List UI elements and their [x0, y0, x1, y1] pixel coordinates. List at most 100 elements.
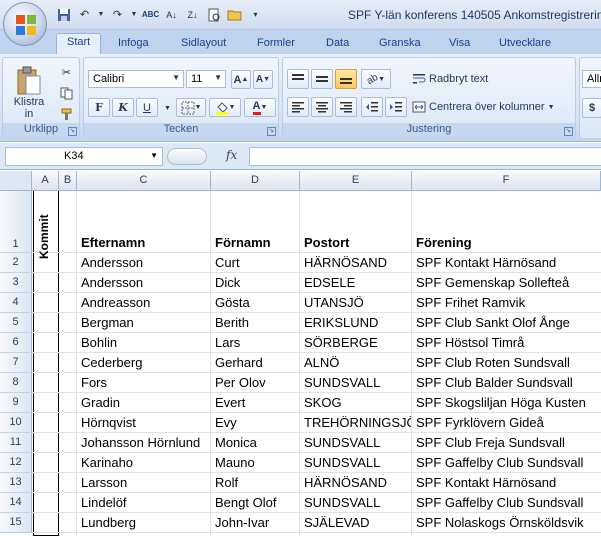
font-launcher-icon[interactable]: ↘	[267, 127, 276, 136]
cell-fornamn[interactable]: Lars	[212, 335, 299, 350]
cell-forening[interactable]: SPF Club Freja Sundsvall	[413, 435, 601, 450]
cell-fornamn[interactable]: Gösta	[212, 295, 299, 310]
tab-utvecklare[interactable]: Utvecklare	[499, 34, 551, 54]
cell-efternamn[interactable]: Cederberg	[78, 355, 210, 370]
cell-postort[interactable]: ERIKSLUND	[301, 315, 411, 330]
redo-icon[interactable]: ↷	[109, 6, 126, 23]
cell-fornamn[interactable]: Mauno	[212, 455, 299, 470]
decrease-indent-button[interactable]	[361, 97, 383, 117]
currency-button[interactable]: $	[582, 98, 601, 118]
cell-efternamn[interactable]: Andersson	[78, 275, 210, 290]
cell-efternamn[interactable]: Fors	[78, 375, 210, 390]
cell-efternamn[interactable]: Andersson	[78, 255, 210, 270]
cell-postort[interactable]: TREHÖRNINGSJÖ	[301, 415, 411, 430]
cell-fornamn[interactable]: Berith	[212, 315, 299, 330]
cell-fornamn[interactable]: Bengt Olof	[212, 495, 299, 510]
select-all-corner[interactable]	[0, 171, 32, 191]
cell-forening[interactable]: SPF Skogsliljan Höga Kusten	[413, 395, 601, 410]
fill-color-button[interactable]: ▼	[209, 98, 241, 117]
cell-postort[interactable]: SUNDSVALL	[301, 375, 411, 390]
cell-postort[interactable]: SKOG	[301, 395, 411, 410]
clipboard-launcher-icon[interactable]: ↘	[68, 127, 77, 136]
cell-forening[interactable]: SPF Kontakt Härnösand	[413, 255, 601, 270]
row-header[interactable]: 7	[0, 353, 32, 373]
align-bottom-button[interactable]	[335, 69, 357, 89]
italic-button[interactable]: K	[112, 98, 134, 117]
cell-efternamn[interactable]: Gradin	[78, 395, 210, 410]
column-header-e[interactable]: E	[300, 171, 412, 191]
header-postort[interactable]: Postort	[301, 235, 411, 250]
row-header[interactable]: 15	[0, 513, 32, 533]
tab-infoga[interactable]: Infoga	[118, 34, 149, 54]
header-forening[interactable]: Förening	[413, 235, 601, 250]
header-efternamn[interactable]: Efternamn	[78, 235, 210, 250]
header-fornamn[interactable]: Förnamn	[212, 235, 299, 250]
cut-icon[interactable]: ✂	[58, 64, 75, 81]
customize-icon[interactable]: ▾	[247, 6, 264, 23]
cell-postort[interactable]: SUNDSVALL	[301, 495, 411, 510]
cell-efternamn[interactable]: Bergman	[78, 315, 210, 330]
row-header-1[interactable]: 1	[0, 191, 32, 253]
row-header[interactable]: 10	[0, 413, 32, 433]
cell-forening[interactable]: SPF Fyrklövern Gideå	[413, 415, 601, 430]
cell-postort[interactable]: HÄRNÖSAND	[301, 475, 411, 490]
column-header-b[interactable]: B	[59, 171, 77, 191]
name-box[interactable]: K34 ▼	[5, 147, 163, 166]
cell-fornamn[interactable]: Monica	[212, 435, 299, 450]
cell-forening[interactable]: SPF Club Roten Sundsvall	[413, 355, 601, 370]
shrink-font-button[interactable]: A ▼	[253, 70, 273, 89]
column-header-c[interactable]: C	[77, 171, 211, 191]
chevron-down-icon[interactable]: ▼	[130, 6, 138, 23]
tab-start[interactable]: Start	[56, 33, 102, 55]
cell-efternamn[interactable]: Lindelöf	[78, 495, 210, 510]
cell-fornamn[interactable]: Dick	[212, 275, 299, 290]
office-button[interactable]	[3, 2, 47, 46]
tab-formler[interactable]: Formler	[257, 34, 295, 54]
align-left-button[interactable]	[287, 97, 309, 117]
cell-forening[interactable]: SPF Club Sankt Olof Ånge	[413, 315, 601, 330]
row-header[interactable]: 4	[0, 293, 32, 313]
column-header-a[interactable]: A	[32, 171, 59, 191]
cell-postort[interactable]: HÄRNÖSAND	[301, 255, 411, 270]
orientation-button[interactable]: ab ▼	[361, 69, 391, 89]
cell-fornamn[interactable]: Per Olov	[212, 375, 299, 390]
increase-indent-button[interactable]	[385, 97, 407, 117]
cell-fornamn[interactable]: Rolf	[212, 475, 299, 490]
formula-input[interactable]	[249, 147, 601, 166]
cell-forening[interactable]: SPF Kontakt Härnösand	[413, 475, 601, 490]
cell-efternamn[interactable]: Andreasson	[78, 295, 210, 310]
open-icon[interactable]	[226, 6, 243, 23]
cell-postort[interactable]: SUNDSVALL	[301, 455, 411, 470]
save-icon[interactable]	[55, 6, 72, 23]
font-size-combo[interactable]: 11 ▼	[186, 70, 226, 88]
align-right-button[interactable]	[335, 97, 357, 117]
sort-asc-icon[interactable]: A↓	[163, 6, 180, 23]
underline-button[interactable]: U	[136, 98, 158, 117]
cell-forening[interactable]: SPF Gemenskap Sollefteå	[413, 275, 601, 290]
cell-efternamn[interactable]: Lundberg	[78, 515, 210, 530]
row-header[interactable]: 5	[0, 313, 32, 333]
cell-fornamn[interactable]: Curt	[212, 255, 299, 270]
cell-efternamn[interactable]: Johansson Hörnlund	[78, 435, 210, 450]
align-center-button[interactable]	[311, 97, 333, 117]
row-header[interactable]: 12	[0, 453, 32, 473]
print-preview-icon[interactable]	[205, 6, 222, 23]
borders-button[interactable]: ▼	[176, 98, 206, 117]
row-header[interactable]: 3	[0, 273, 32, 293]
row-header[interactable]: 11	[0, 433, 32, 453]
grow-font-button[interactable]: A ▲	[231, 70, 251, 89]
cell-forening[interactable]: SPF Gaffelby Club Sundsvall	[413, 495, 601, 510]
merge-center-button[interactable]: Centrera över kolumner ▼	[412, 96, 555, 118]
chevron-down-icon[interactable]: ▼	[97, 6, 105, 23]
cell-forening[interactable]: SPF Höstsol Timrå	[413, 335, 601, 350]
row-header[interactable]: 6	[0, 333, 32, 353]
cell-efternamn[interactable]: Larsson	[78, 475, 210, 490]
cell-fornamn[interactable]: Evert	[212, 395, 299, 410]
undo-icon[interactable]: ↶	[76, 6, 93, 23]
tab-granska[interactable]: Granska	[379, 34, 421, 54]
column-header-d[interactable]: D	[211, 171, 300, 191]
tab-visa[interactable]: Visa	[449, 34, 470, 54]
row-header[interactable]: 2	[0, 253, 32, 273]
cell-fornamn[interactable]: John-Ivar	[212, 515, 299, 530]
sort-desc-icon[interactable]: Z↓	[184, 6, 201, 23]
